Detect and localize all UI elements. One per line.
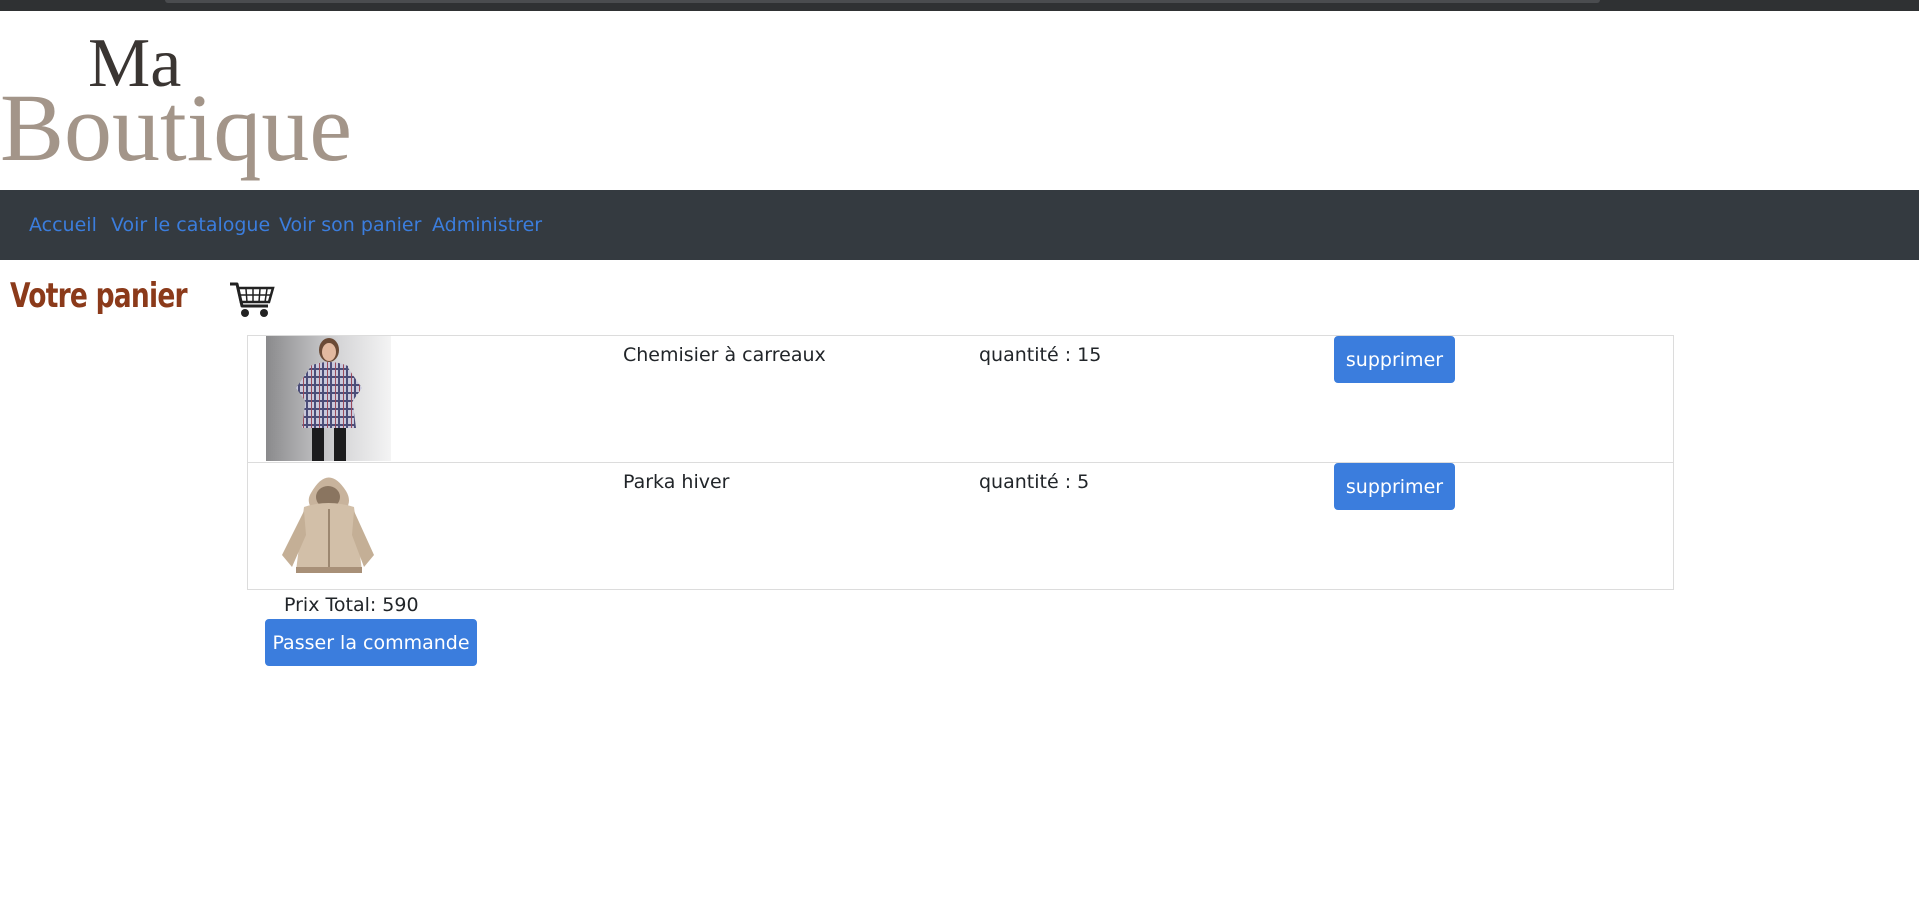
product-quantity: quantité : 15 — [979, 344, 1102, 366]
page-title: Votre panier — [10, 276, 188, 316]
product-image-parka — [266, 463, 391, 588]
place-order-button[interactable]: Passer la commande — [265, 619, 477, 666]
shopping-cart-icon — [230, 282, 275, 317]
cart-row: Parka hiver quantité : 5 supprimer — [248, 462, 1673, 589]
nav-link-catalogue[interactable]: Voir le catalogue — [111, 214, 270, 236]
cart-row: Chemisier à carreaux quantité : 15 suppr… — [248, 336, 1673, 462]
cart-table: Chemisier à carreaux quantité : 15 suppr… — [247, 335, 1674, 590]
product-name: Parka hiver — [623, 471, 730, 493]
nav-link-panier[interactable]: Voir son panier — [279, 214, 421, 236]
ma-boutique-logo[interactable]: Ma Boutique — [0, 24, 445, 184]
logo-text-boutique: Boutique — [0, 74, 352, 181]
total-price: Prix Total: 590 — [284, 594, 419, 616]
browser-tab-strip — [165, 0, 1600, 3]
main-navbar: Accueil Voir le catalogue Voir son panie… — [0, 190, 1919, 260]
product-image-plaid-shirt — [266, 336, 391, 461]
delete-item-button[interactable]: supprimer — [1334, 463, 1455, 510]
product-quantity: quantité : 5 — [979, 471, 1090, 493]
nav-link-administrer[interactable]: Administrer — [432, 214, 542, 236]
browser-top-bar — [0, 0, 1919, 11]
nav-link-accueil[interactable]: Accueil — [29, 214, 97, 236]
delete-item-button[interactable]: supprimer — [1334, 336, 1455, 383]
product-name: Chemisier à carreaux — [623, 344, 826, 366]
